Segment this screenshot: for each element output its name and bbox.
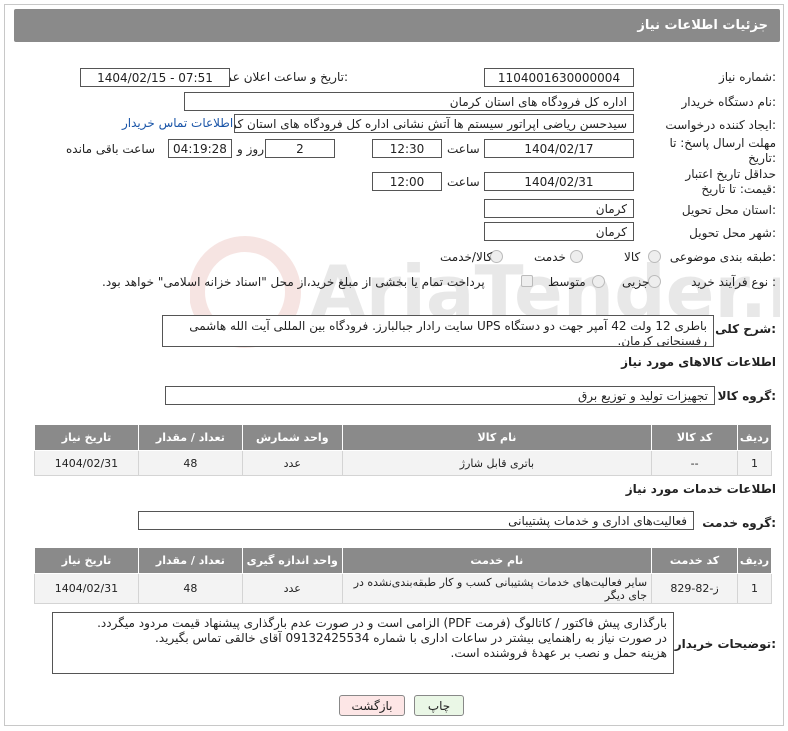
- city-label: شهر محل تحویل:: [689, 226, 776, 240]
- col-date: تاریخ نیاز: [34, 547, 139, 574]
- print-button[interactable]: چاپ: [414, 695, 464, 716]
- days-label: روز و: [237, 142, 264, 156]
- treasury-payment-note: پرداخت تمام یا بخشی از مبلغ خرید،از محل …: [102, 275, 485, 289]
- province-field: کرمان: [484, 199, 634, 218]
- description-text: باطری 12 ولت 42 آمپر جهت دو دستگاه UPS س…: [162, 315, 714, 347]
- remaining-time-field: 04:19:28: [168, 139, 232, 158]
- category-radio-service[interactable]: [570, 250, 583, 263]
- col-row: ردیف: [737, 547, 772, 574]
- deadline-label: مهلت ارسال پاسخ: تا تاریخ:: [669, 136, 776, 165]
- col-unit: واحد شمارش: [241, 424, 343, 451]
- goods-table: ردیف کد کالا نام کالا واحد شمارش تعداد /…: [34, 424, 772, 476]
- deadline-time-field: 12:30: [372, 139, 442, 158]
- process-option-minor: جزیی: [622, 275, 650, 289]
- creator-field: سیدحسن ریاضی اپراتور سیستم ها آتش نشانی …: [234, 114, 634, 133]
- cell-unit: عدد: [241, 573, 343, 604]
- buyer-org-label: نام دستگاه خریدار:: [681, 95, 777, 109]
- col-qty: تعداد / مقدار: [137, 424, 243, 451]
- city-field: کرمان: [484, 222, 634, 241]
- category-option-service: خدمت: [534, 250, 566, 264]
- treasury-payment-checkbox[interactable]: [521, 275, 533, 287]
- remaining-days-field: 2: [265, 139, 335, 158]
- process-radio-medium[interactable]: [592, 275, 605, 288]
- need-number-label: شماره نیاز:: [718, 70, 776, 84]
- category-label: طبقه بندی موضوعی:: [669, 250, 776, 264]
- col-qty: تعداد / مقدار: [137, 547, 243, 574]
- col-code: کد خدمت: [651, 547, 739, 574]
- goods-group-label: گروه کالا:: [717, 389, 776, 403]
- table-row: 1 ز-82-829 سایر فعالیت‌های خدمات پشتیبان…: [34, 573, 772, 604]
- cell-code: --: [651, 450, 739, 476]
- cell-unit: عدد: [241, 450, 343, 476]
- price-validity-date-field: 1404/02/31: [484, 172, 634, 191]
- services-group-field: فعالیت‌های اداری و خدمات پشتیبانی: [138, 511, 694, 530]
- province-label: استان محل تحویل:: [681, 203, 776, 217]
- col-code: کد کالا: [651, 424, 739, 451]
- buyer-notes-text: بارگذاری پیش فاکتور / کاتالوگ (فرمت PDF)…: [52, 612, 674, 674]
- cell-date: 1404/02/31: [34, 450, 139, 476]
- category-option-goods-service: کالا/خدمت: [440, 250, 493, 264]
- goods-table-header: ردیف کد کالا نام کالا واحد شمارش تعداد /…: [34, 424, 772, 451]
- category-radio-goods[interactable]: [648, 250, 661, 263]
- cell-qty: 48: [137, 450, 243, 476]
- deadline-time-label: ساعت: [447, 142, 480, 156]
- col-name: نام خدمت: [341, 547, 653, 574]
- deadline-date-field: 1404/02/17: [484, 139, 634, 158]
- table-row: 1 -- باتری قابل شارژ عدد 48 1404/02/31: [34, 450, 772, 476]
- process-label: نوع فرآیند خرید :: [691, 275, 776, 289]
- back-button[interactable]: بازگشت: [339, 695, 405, 716]
- services-table-header: ردیف کد خدمت نام خدمت واحد اندازه گیری ت…: [34, 547, 772, 574]
- cell-qty: 48: [137, 573, 243, 604]
- goods-group-field: تجهیزات تولید و توزیع برق: [165, 386, 715, 405]
- page-title: جزئیات اطلاعات نیاز: [14, 9, 780, 42]
- contact-info-link[interactable]: اطلاعات تماس خریدار: [122, 116, 233, 130]
- buyer-note-line-1: بارگذاری پیش فاکتور / کاتالوگ (فرمت PDF)…: [97, 616, 667, 630]
- price-validity-time-label: ساعت: [447, 175, 480, 189]
- price-validity-label: حداقل تاریخ اعتبار قیمت: تا تاریخ:: [685, 167, 776, 196]
- cell-name: سایر فعالیت‌های خدمات پشتیبانی کسب و کار…: [341, 573, 653, 604]
- buyer-org-field: اداره کل فرودگاه های استان کرمان: [184, 92, 634, 111]
- need-number-field: 1104001630000004: [484, 68, 634, 87]
- category-option-goods: کالا: [624, 250, 641, 264]
- process-option-medium: متوسط: [548, 275, 586, 289]
- services-section-title: اطلاعات خدمات مورد نیاز: [625, 482, 776, 496]
- buyer-note-line-2: در صورت نیاز به راهنمایی بیشتر در ساعات …: [155, 631, 667, 645]
- announce-datetime-field: 1404/02/15 - 07:51: [80, 68, 230, 87]
- col-row: ردیف: [737, 424, 772, 451]
- cell-date: 1404/02/31: [34, 573, 139, 604]
- cell-name: باتری قابل شارژ: [341, 450, 653, 476]
- cell-row: 1: [737, 573, 772, 604]
- col-unit: واحد اندازه گیری: [241, 547, 343, 574]
- col-date: تاریخ نیاز: [34, 424, 139, 451]
- creator-label: ایجاد کننده درخواست:: [665, 118, 776, 132]
- buyer-note-line-3: هزینه حمل و نصب بر عهدهٔ فروشنده است.: [450, 646, 667, 660]
- price-validity-time-field: 12:00: [372, 172, 442, 191]
- process-radio-minor[interactable]: [648, 275, 661, 288]
- goods-section-title: اطلاعات کالاهای مورد نیاز: [621, 355, 776, 369]
- buyer-notes-label: توضیحات خریدار:: [674, 637, 776, 651]
- cell-code: ز-82-829: [651, 573, 739, 604]
- services-group-label: گروه خدمت:: [702, 516, 776, 530]
- col-name: نام کالا: [341, 424, 653, 451]
- services-table: ردیف کد خدمت نام خدمت واحد اندازه گیری ت…: [34, 547, 772, 604]
- cell-row: 1: [737, 450, 772, 476]
- remaining-label: ساعت باقی مانده: [66, 142, 156, 156]
